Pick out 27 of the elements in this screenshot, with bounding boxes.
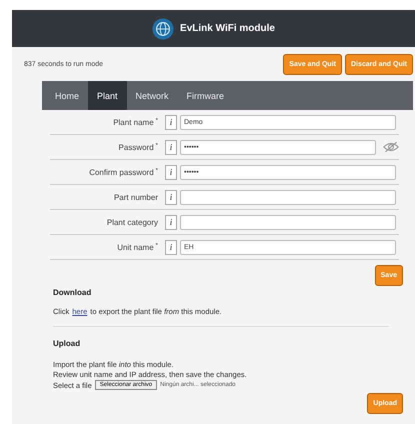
nav-tab[interactable]: Plant bbox=[88, 81, 127, 110]
info-icon[interactable]: i bbox=[165, 164, 177, 180]
text-field[interactable] bbox=[180, 214, 396, 230]
app-title: EvLink WiFi module bbox=[180, 23, 275, 34]
section-heading: Upload bbox=[53, 339, 82, 348]
required-mark: * bbox=[156, 142, 158, 150]
info-icon[interactable]: i bbox=[165, 114, 177, 130]
field-label: Password bbox=[118, 142, 154, 152]
info-icon[interactable]: i bbox=[165, 240, 177, 254]
nav-tab[interactable]: Firmware bbox=[178, 81, 234, 110]
nav-tab[interactable]: Network bbox=[126, 81, 178, 110]
text-field[interactable] bbox=[180, 190, 396, 204]
required-mark: * bbox=[156, 168, 158, 176]
required-mark: * bbox=[156, 118, 158, 126]
field-label: Unit name bbox=[117, 242, 154, 252]
nav-tab[interactable]: Home bbox=[46, 81, 88, 110]
section-heading: Download bbox=[53, 288, 92, 297]
field-label: Plant name bbox=[113, 118, 154, 126]
info-icon[interactable]: i bbox=[165, 214, 177, 230]
hidden-eye-icon[interactable] bbox=[383, 141, 399, 153]
info-icon[interactable]: i bbox=[165, 190, 177, 204]
required-mark: * bbox=[156, 242, 158, 250]
field-label: Plant category bbox=[106, 218, 158, 226]
globe-icon bbox=[152, 18, 174, 40]
field-label: Part number bbox=[114, 192, 158, 202]
field-label: Confirm password bbox=[89, 168, 154, 176]
info-icon[interactable]: i bbox=[165, 140, 177, 154]
